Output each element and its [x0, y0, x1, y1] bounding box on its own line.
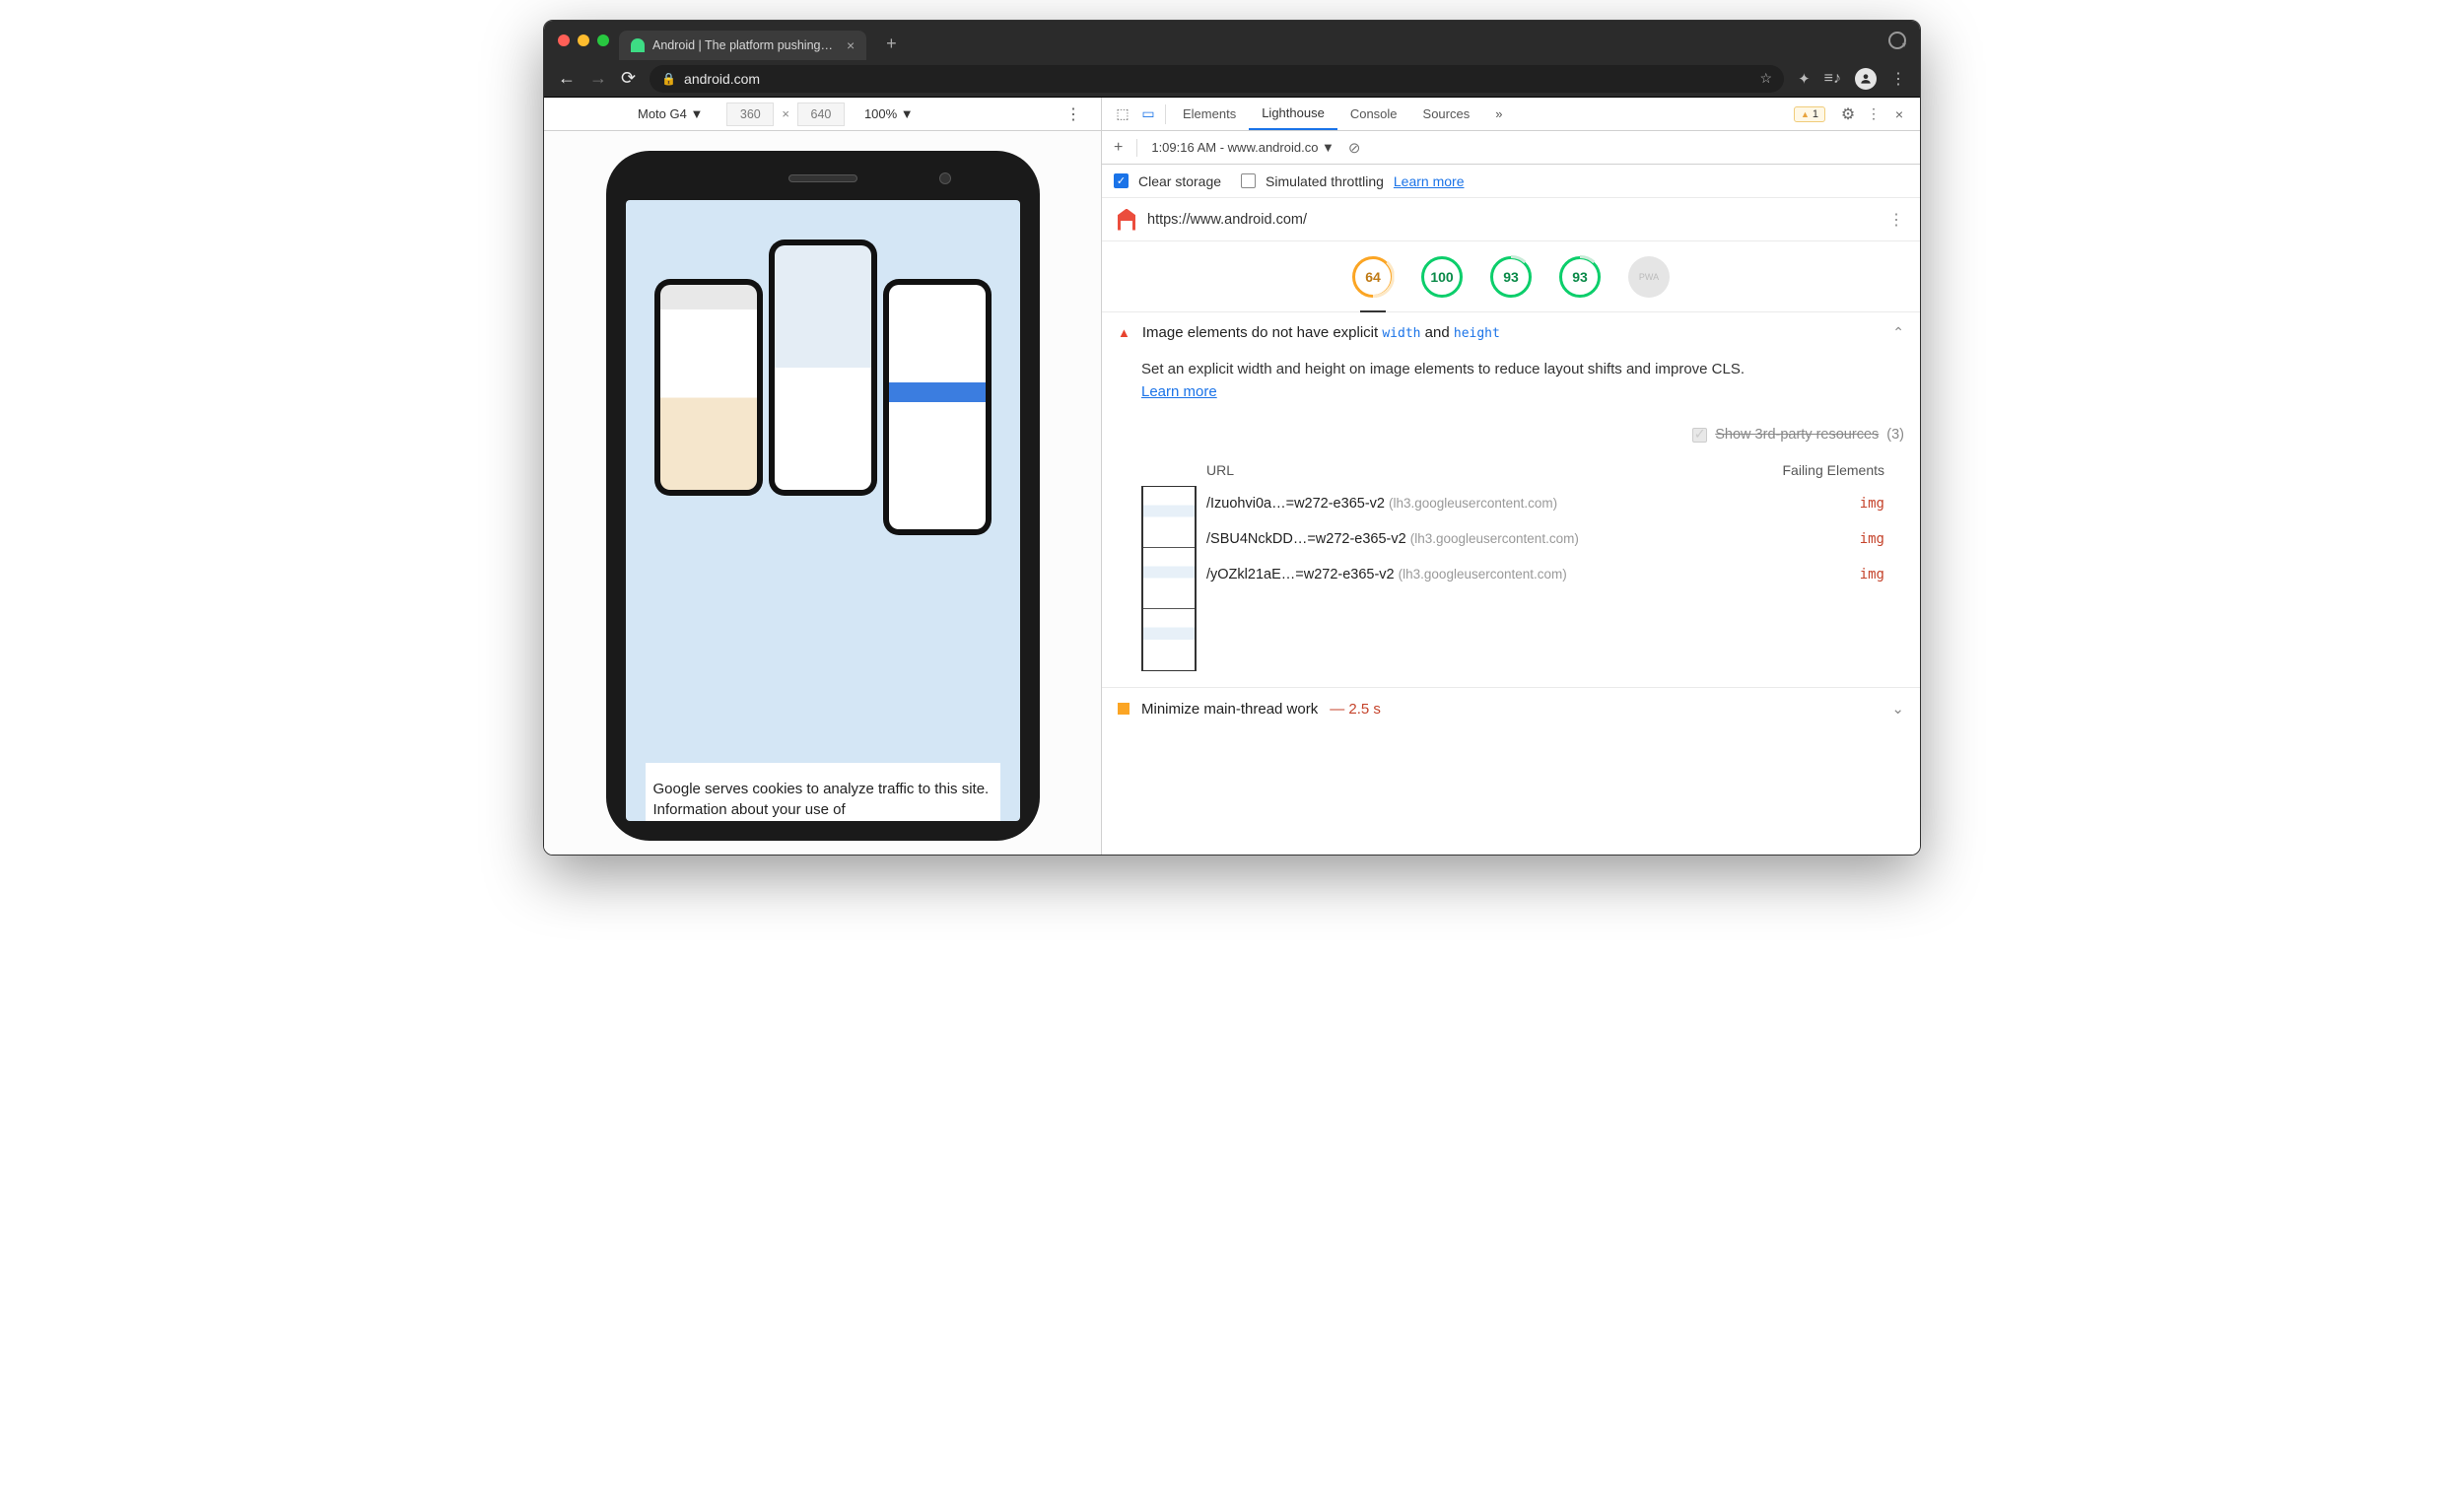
clear-storage-checkbox[interactable]: ✓ — [1114, 173, 1129, 188]
browser-tab[interactable]: Android | The platform pushing… × — [619, 31, 866, 60]
star-icon[interactable]: ☆ — [1760, 70, 1773, 87]
device-toolbar: Moto G4 ▼ 360 × 640 100% ▼ ⋮ — [544, 98, 1101, 131]
height-input[interactable]: 640 — [797, 103, 845, 126]
audit-main-thread: Minimize main-thread work — 2.5 s ⌄ — [1102, 688, 1920, 729]
table-row[interactable]: /SBU4NckDD…=w272-e365-v2 (lh3.googleuser… — [1206, 521, 1884, 557]
inspect-icon[interactable]: ⬚ — [1110, 105, 1135, 122]
tab-search-icon[interactable]: ▾ — [1888, 32, 1906, 49]
clear-icon[interactable]: ⊘ — [1348, 139, 1361, 157]
table-row[interactable]: /yOZkl21aE…=w272-e365-v2 (lh3.googleuser… — [1206, 557, 1884, 592]
lighthouse-icon — [1118, 209, 1135, 231]
close-devtools-icon[interactable]: × — [1886, 106, 1912, 122]
tab-console[interactable]: Console — [1337, 98, 1410, 130]
report-menu-icon[interactable]: ⋮ — [1888, 210, 1904, 230]
device-toggle-icon[interactable]: ▭ — [1135, 105, 1161, 122]
col-url: URL — [1206, 462, 1737, 478]
width-input[interactable]: 360 — [726, 103, 774, 126]
score-pwa[interactable]: PWA — [1628, 256, 1670, 298]
table-row[interactable]: /Izuohvi0a…=w272-e365-v2 (lh3.googleuser… — [1206, 486, 1884, 521]
hero-phone-2 — [769, 240, 877, 496]
devtools-pane: ⬚ ▭ Elements Lighthouse Console Sources … — [1102, 98, 1920, 855]
third-party-count: (3) — [1886, 427, 1904, 443]
audit-value: — 2.5 s — [1330, 701, 1381, 718]
collapse-icon: ⌃ — [1892, 324, 1904, 341]
window-controls — [558, 34, 609, 46]
hero-phone-1 — [654, 279, 763, 496]
tab-elements[interactable]: Elements — [1170, 98, 1249, 130]
audit-title: Minimize main-thread work — [1141, 701, 1318, 718]
fail-icon: ▲ — [1118, 325, 1130, 340]
window-titlebar: Android | The platform pushing… × + ▾ — [544, 21, 1920, 60]
device-menu-icon[interactable]: ⋮ — [1065, 104, 1081, 124]
reload-button[interactable]: ⟳ — [621, 68, 636, 89]
audit-learn-more[interactable]: Learn more — [1141, 383, 1217, 400]
new-tab-button[interactable]: + — [886, 34, 897, 54]
col-failing: Failing Elements — [1737, 462, 1884, 478]
options-learn-more[interactable]: Learn more — [1394, 173, 1465, 189]
devtools-tabs: ⬚ ▭ Elements Lighthouse Console Sources … — [1102, 98, 1920, 131]
score-performance[interactable]: 64 — [1352, 256, 1394, 298]
extensions-icon[interactable]: ✦ — [1798, 70, 1811, 88]
warning-badge[interactable]: 1 — [1794, 106, 1825, 122]
score-seo[interactable]: 93 — [1559, 256, 1601, 298]
third-party-checkbox: ✓ — [1692, 428, 1707, 443]
phone-camera — [939, 172, 951, 184]
maximize-window-button[interactable] — [597, 34, 609, 46]
url-input[interactable]: 🔒 android.com ☆ — [650, 65, 1784, 93]
minimize-window-button[interactable] — [578, 34, 589, 46]
thumbnail-strip — [1141, 486, 1197, 671]
lock-icon: 🔒 — [661, 72, 676, 86]
score-accessibility[interactable]: 100 — [1421, 256, 1463, 298]
phone-frame: Google serves cookies to analyze traffic… — [606, 151, 1040, 841]
url-text: android.com — [684, 71, 760, 87]
new-report-button[interactable]: + — [1114, 139, 1123, 157]
expand-icon: ⌄ — [1891, 700, 1904, 718]
address-bar: ← → ⟳ 🔒 android.com ☆ ✦ ≡♪ ⋮ — [544, 60, 1920, 98]
lighthouse-options: ✓ Clear storage Simulated throttling Lea… — [1102, 165, 1920, 198]
zoom-selector[interactable]: 100% ▼ — [864, 106, 914, 121]
device-selector[interactable]: Moto G4 ▼ — [638, 106, 703, 121]
menu-icon[interactable]: ⋮ — [1890, 69, 1906, 89]
lighthouse-url-row: https://www.android.com/ ⋮ — [1102, 198, 1920, 241]
audited-url: https://www.android.com/ — [1147, 212, 1307, 228]
audit-image-dimensions: ▲ Image elements do not have explicit wi… — [1102, 312, 1920, 688]
forward-button[interactable]: → — [589, 68, 607, 89]
phone-speaker — [788, 174, 857, 182]
browser-window: Android | The platform pushing… × + ▾ ← … — [543, 20, 1921, 856]
third-party-label: Show 3rd-party resources — [1715, 427, 1879, 443]
audit-title: Image elements do not have explicit widt… — [1142, 324, 1881, 341]
profile-avatar[interactable] — [1855, 68, 1877, 90]
emulated-viewport: Google serves cookies to analyze traffic… — [544, 131, 1101, 855]
hero-phone-3 — [883, 279, 992, 535]
device-emulation-pane: Moto G4 ▼ 360 × 640 100% ▼ ⋮ Google serv… — [544, 98, 1102, 855]
settings-icon[interactable]: ⚙ — [1835, 104, 1861, 124]
tab-lighthouse[interactable]: Lighthouse — [1249, 98, 1337, 130]
audit-table: URL Failing Elements /Izuohvi0a…=w272-e3… — [1102, 454, 1920, 687]
audit-header[interactable]: ▲ Image elements do not have explicit wi… — [1102, 312, 1920, 353]
third-party-toggle: ✓ Show 3rd-party resources (3) — [1102, 419, 1920, 454]
back-button[interactable]: ← — [558, 68, 576, 89]
score-gauges: 64 100 93 93 PWA — [1102, 241, 1920, 312]
close-tab-icon[interactable]: × — [847, 37, 855, 53]
score-best-practices[interactable]: 93 — [1490, 256, 1532, 298]
report-selector[interactable]: 1:09:16 AM - www.android.co ▼ — [1151, 140, 1335, 155]
close-window-button[interactable] — [558, 34, 570, 46]
lighthouse-subbar: + 1:09:16 AM - www.android.co ▼ ⊘ — [1102, 131, 1920, 165]
tab-more[interactable]: » — [1482, 98, 1515, 130]
clear-storage-label: Clear storage — [1138, 173, 1221, 189]
throttling-label: Simulated throttling — [1266, 173, 1384, 189]
devtools-menu-icon[interactable]: ⋮ — [1861, 105, 1886, 122]
reading-list-icon[interactable]: ≡♪ — [1824, 70, 1841, 88]
toolbar-right: ✦ ≡♪ ⋮ — [1798, 68, 1906, 90]
throttling-checkbox[interactable] — [1241, 173, 1256, 188]
audit-header[interactable]: Minimize main-thread work — 2.5 s ⌄ — [1102, 688, 1920, 729]
android-icon — [631, 38, 645, 52]
audit-description: Set an explicit width and height on imag… — [1102, 353, 1920, 419]
tab-sources[interactable]: Sources — [1410, 98, 1483, 130]
cookie-banner: Google serves cookies to analyze traffic… — [646, 763, 1000, 822]
phone-screen[interactable]: Google serves cookies to analyze traffic… — [626, 200, 1020, 821]
warn-icon — [1118, 703, 1129, 715]
tab-title: Android | The platform pushing… — [652, 38, 833, 52]
